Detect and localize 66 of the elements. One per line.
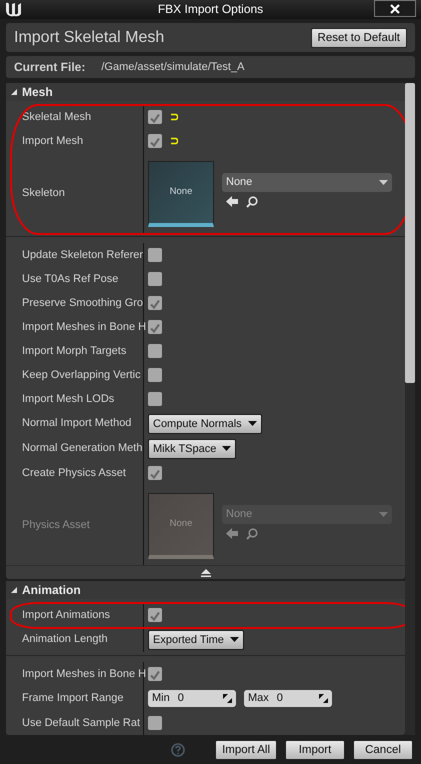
- caret-icon: [248, 421, 257, 426]
- number-field[interactable]: Min 0: [148, 690, 236, 707]
- property-label: Skeletal Mesh: [6, 105, 144, 129]
- section-title[interactable]: Animation: [22, 581, 81, 599]
- property-label: Import Meshes in Bone H: [6, 662, 144, 686]
- checkbox[interactable]: [148, 272, 162, 286]
- dialog-button[interactable]: Import: [285, 740, 345, 760]
- resize-icon: [319, 694, 328, 703]
- checkbox[interactable]: [148, 392, 162, 406]
- dialog-button[interactable]: Import All: [215, 740, 277, 760]
- close-icon: [390, 4, 400, 14]
- property-label: Update Skeleton Referer: [6, 243, 144, 267]
- checkbox[interactable]: [148, 248, 162, 262]
- number-field[interactable]: Max 0: [244, 690, 332, 707]
- property-label: Use T0As Ref Pose: [6, 267, 144, 291]
- collapse-arrow-icon[interactable]: [200, 568, 210, 576]
- checkbox[interactable]: [148, 344, 162, 358]
- checkbox[interactable]: [148, 296, 162, 310]
- property-label: Physics Asset: [6, 485, 144, 565]
- arrow-left-icon[interactable]: [226, 196, 238, 207]
- property-label: Frame Import Range: [6, 686, 144, 711]
- caret-icon: [230, 637, 239, 642]
- checkbox[interactable]: [148, 466, 162, 480]
- checkbox[interactable]: [148, 368, 162, 382]
- property-label: Import Mesh LODs: [6, 387, 144, 411]
- scrollbar[interactable]: [405, 83, 415, 735]
- property-label: Import Mesh: [6, 129, 144, 153]
- close-button[interactable]: [374, 0, 416, 17]
- property-label: Preserve Smoothing Gro: [6, 291, 144, 315]
- panel-title: Import Skeletal Mesh: [14, 28, 164, 48]
- asset-thumbnail[interactable]: None: [148, 161, 214, 227]
- checkbox[interactable]: [148, 110, 162, 124]
- property-label: Normal Import Method: [6, 411, 144, 436]
- checkbox[interactable]: [148, 716, 162, 730]
- property-label: Skeleton: [6, 153, 144, 233]
- property-label: Keep Overlapping Vertic: [6, 363, 144, 387]
- dropdown[interactable]: Exported Time: [148, 630, 244, 650]
- file-path: /Game/asset/simulate/Test_A: [101, 60, 244, 75]
- property-label: Create Physics Asset: [6, 461, 144, 485]
- section-title[interactable]: Mesh: [22, 83, 53, 101]
- checkbox[interactable]: [148, 320, 162, 334]
- checkbox[interactable]: [148, 667, 162, 681]
- property-label: Animation Length: [6, 627, 144, 652]
- checkbox[interactable]: [148, 608, 162, 622]
- expand-triangle-icon[interactable]: [10, 586, 18, 594]
- window-title: FBX Import Options: [158, 1, 264, 18]
- caret-icon: [222, 446, 232, 451]
- property-label: Import Morph Targets: [6, 339, 144, 363]
- dropdown[interactable]: Mikk TSpace: [148, 438, 236, 458]
- help-icon[interactable]: [171, 742, 186, 756]
- caret-icon: [379, 512, 388, 517]
- current-file-label: Current File:: [14, 59, 86, 76]
- checkbox[interactable]: [148, 134, 162, 148]
- property-label: Use Default Sample Rat: [6, 711, 144, 735]
- expand-triangle-icon[interactable]: [10, 88, 18, 96]
- resize-icon: [223, 694, 232, 703]
- asset-dropdown[interactable]: None: [222, 173, 392, 192]
- reset-button[interactable]: Reset to Default: [310, 28, 407, 48]
- property-label: Normal Generation Meth: [6, 436, 144, 461]
- scroll-thumb[interactable]: [405, 83, 415, 383]
- search-icon[interactable]: [246, 196, 258, 208]
- property-label: Import Animations: [6, 603, 144, 627]
- dialog-button[interactable]: Cancel: [353, 740, 413, 760]
- caret-icon: [379, 180, 388, 185]
- dropdown[interactable]: Compute Normals: [148, 414, 262, 434]
- property-label: Import Meshes in Bone H: [6, 315, 144, 339]
